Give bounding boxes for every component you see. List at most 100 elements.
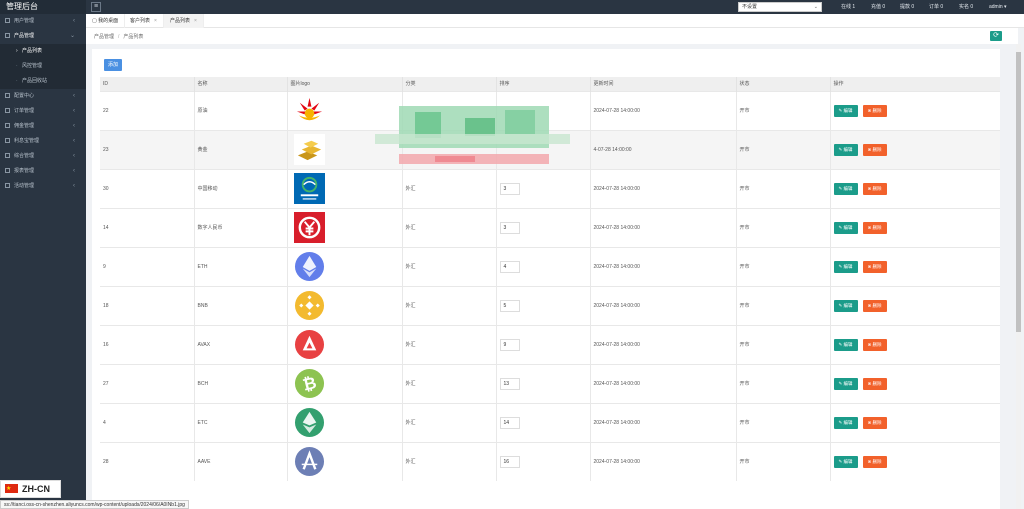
delete-button[interactable]: ⊗ 删除 xyxy=(862,143,887,156)
tab-products[interactable]: 产品列表 × xyxy=(164,14,204,28)
edit-button[interactable]: ✎ 编辑 xyxy=(833,260,858,273)
breadcrumb-bar: 产品管理 / 产品列表 ⟳ xyxy=(86,28,1018,44)
menu-icon xyxy=(5,183,10,189)
col-header-sort: 排序 xyxy=(496,77,591,91)
sidebar-item[interactable]: 用户管理 ‹ xyxy=(0,14,86,29)
chevron-down-icon: ⌄ xyxy=(813,4,818,10)
sidebar-item[interactable]: · 产品回收站 xyxy=(0,74,86,89)
sort-input[interactable]: 16 xyxy=(499,455,520,468)
menu-toggle-icon[interactable]: ≡ xyxy=(91,2,101,12)
sidebar-item[interactable]: 产品管理 ⌄ xyxy=(0,29,86,44)
language-switcher[interactable]: ZH-CN xyxy=(0,480,61,498)
col-header-id: ID xyxy=(100,77,195,91)
close-icon[interactable]: × xyxy=(154,18,157,24)
cell-id: 14 xyxy=(100,207,195,247)
cell-time: 2024-07-28 14:00:00 xyxy=(590,441,737,481)
sidebar-item[interactable]: · 风控管理 xyxy=(0,59,86,74)
edit-button[interactable]: ✎ 编辑 xyxy=(833,377,858,390)
cell-id: 23 xyxy=(100,129,195,169)
edit-button[interactable]: ✎ 编辑 xyxy=(833,221,858,234)
topbar: ≡ 不设置 ⌄ 在线 1 充值 0 提款 0 订单 0 实名 0 admin ▾ xyxy=(86,0,1024,14)
cell-name: 中国移动 xyxy=(194,168,288,208)
top-select[interactable]: 不设置 ⌄ xyxy=(738,2,822,12)
sidebar-item-label: 综合管理 xyxy=(14,153,35,159)
cell-actions: ✎ 编辑 ⊗ 删除 xyxy=(830,168,1000,208)
scrollbar-thumb[interactable] xyxy=(1016,52,1021,332)
cell-logo: ₿ xyxy=(287,363,403,403)
cell-name: 数字人民币 xyxy=(194,207,288,247)
stat-recharge[interactable]: 充值 0 xyxy=(871,0,885,14)
scrollbar[interactable] xyxy=(1016,44,1021,509)
cell-sort: 3 xyxy=(496,207,591,247)
cell-id: 30 xyxy=(100,168,195,208)
close-icon[interactable]: × xyxy=(194,18,197,24)
breadcrumb-separator: / xyxy=(118,34,120,40)
edit-button[interactable]: ✎ 编辑 xyxy=(833,299,858,312)
cell-sort: 3 xyxy=(496,168,591,208)
delete-button[interactable]: ⊗ 删除 xyxy=(862,338,887,351)
sort-input[interactable]: 13 xyxy=(499,377,520,390)
edit-button[interactable]: ✎ 编辑 xyxy=(833,455,858,468)
cell-time: 2024-07-28 14:00:00 xyxy=(590,402,737,442)
chevron-left-icon: ‹ xyxy=(73,123,75,129)
chevron-down-icon: ⌄ xyxy=(69,33,75,39)
sort-input[interactable]: 3 xyxy=(499,182,520,195)
edit-button[interactable]: ✎ 编辑 xyxy=(833,104,858,117)
sidebar-item[interactable]: 利息宝管理 ‹ xyxy=(0,134,86,149)
breadcrumb-item[interactable]: 产品管理 xyxy=(94,34,114,40)
edit-button[interactable]: ✎ 编辑 xyxy=(833,416,858,429)
sidebar-item-label: 利息宝管理 xyxy=(14,138,40,144)
cell-actions: ✎ 编辑 ⊗ 删除 xyxy=(830,441,1000,481)
table-row: 16 AVAX 外汇 9 2024-07-28 14:00:00 开市 ✎ 编辑 ⊗ 删除 xyxy=(100,324,1000,364)
col-header-actions: 操作 xyxy=(830,77,1000,91)
cell-id: 27 xyxy=(100,363,195,403)
delete-button[interactable]: ⊗ 删除 xyxy=(862,182,887,195)
cell-time: 2024-07-28 14:00:00 xyxy=(590,363,737,403)
sidebar-item[interactable]: 报表管理 ‹ xyxy=(0,164,86,179)
cell-time: 2024-07-28 14:00:00 xyxy=(590,324,737,364)
sidebar-item[interactable]: 综合管理 ‹ xyxy=(0,149,86,164)
delete-button[interactable]: ⊗ 删除 xyxy=(862,455,887,468)
cell-status: 开市 xyxy=(736,324,831,364)
edit-button[interactable]: ✎ 编辑 xyxy=(833,338,858,351)
col-header-status: 状态 xyxy=(736,77,831,91)
sort-input[interactable]: 3 xyxy=(499,221,520,234)
tab-desktop[interactable]: ▢ 我的桌面 xyxy=(86,14,126,28)
sort-input[interactable]: 4 xyxy=(499,260,520,273)
refresh-button[interactable]: ⟳ xyxy=(990,31,1002,41)
delete-button[interactable]: ⊗ 删除 xyxy=(862,221,887,234)
stat-online[interactable]: 在线 1 xyxy=(841,0,855,14)
sidebar-item[interactable]: 订单管理 ‹ xyxy=(0,104,86,119)
edit-button[interactable]: ✎ 编辑 xyxy=(833,143,858,156)
cell-actions: ✎ 编辑 ⊗ 删除 xyxy=(830,90,1000,130)
delete-button[interactable]: ⊗ 删除 xyxy=(862,416,887,429)
sort-input[interactable]: 14 xyxy=(499,416,520,429)
sidebar-item[interactable]: 配置中心 ‹ xyxy=(0,89,86,104)
delete-button[interactable]: ⊗ 删除 xyxy=(862,260,887,273)
sidebar-item[interactable]: 活动管理 ‹ xyxy=(0,179,86,194)
edit-button[interactable]: ✎ 编辑 xyxy=(833,182,858,195)
delete-button[interactable]: ⊗ 删除 xyxy=(862,299,887,312)
cell-category: 外汇 xyxy=(402,207,497,247)
sidebar-item[interactable]: › 产品列表 xyxy=(0,44,86,59)
sidebar-item[interactable]: 佣金管理 ‹ xyxy=(0,119,86,134)
add-button[interactable]: 添加 xyxy=(104,59,122,71)
user-menu[interactable]: admin ▾ xyxy=(989,0,1007,14)
cell-status: 开市 xyxy=(736,441,831,481)
tab-customers[interactable]: 客户列表 × xyxy=(124,14,164,28)
sidebar: 管理后台 用户管理 ‹ 产品管理 ⌄ › 产品列表 · 风控管理 · 产品回收站 配置中心 ‹ 订单管理… xyxy=(0,0,86,509)
cell-name: AAVE xyxy=(194,441,288,481)
delete-button[interactable]: ⊗ 删除 xyxy=(862,377,887,390)
sort-input[interactable]: 5 xyxy=(499,299,520,312)
stat-withdraw[interactable]: 提款 0 xyxy=(900,0,914,14)
sort-input[interactable]: 9 xyxy=(499,338,520,351)
delete-button[interactable]: ⊗ 删除 xyxy=(862,104,887,117)
stat-verify[interactable]: 实名 0 xyxy=(959,0,973,14)
stat-orders[interactable]: 订单 0 xyxy=(929,0,943,14)
cell-name: ETC xyxy=(194,402,288,442)
table-row: 28 AAVE 外汇 16 2024-07-28 14:00:00 开市 ✎ 编辑 ⊗ 删除 xyxy=(100,441,1000,481)
cell-actions: ✎ 编辑 ⊗ 删除 xyxy=(830,246,1000,286)
col-header-logo: 图片logo xyxy=(287,77,403,91)
brand-title: 管理后台 xyxy=(0,0,86,14)
cell-actions: ✎ 编辑 ⊗ 删除 xyxy=(830,285,1000,325)
